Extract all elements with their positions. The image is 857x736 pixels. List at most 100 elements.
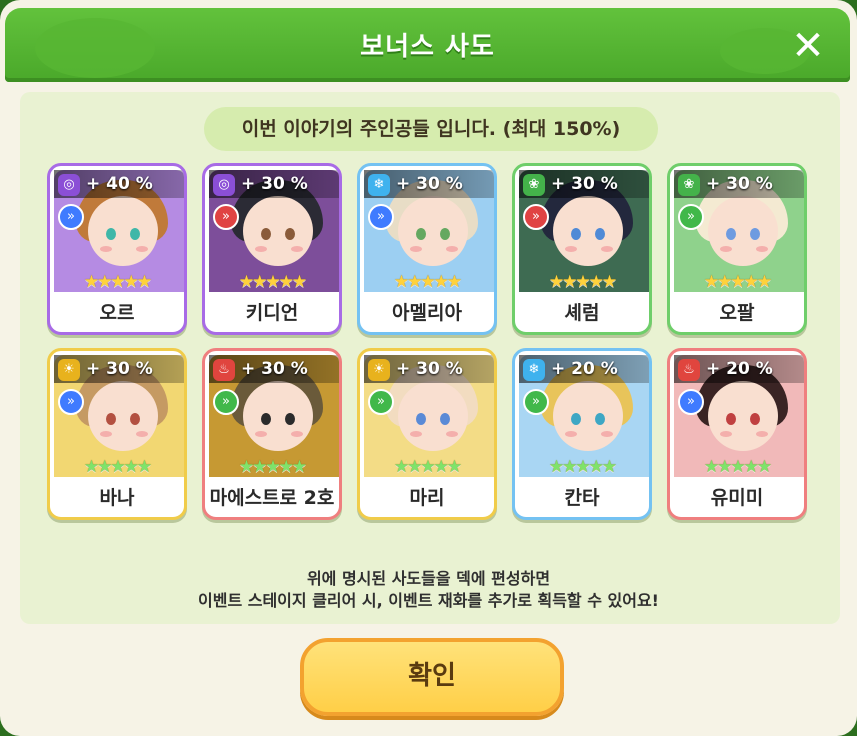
chevron-right-icon: »: [523, 389, 549, 415]
portrait-face: [398, 381, 468, 451]
character-card[interactable]: ❄ + 20 %» ★★★★★ 칸타: [512, 348, 652, 520]
portrait-blush: [136, 431, 148, 437]
star-icon: ★: [393, 272, 409, 292]
star-icon: ★: [575, 457, 590, 477]
star-icon: ★: [420, 272, 435, 292]
star-icon: ★: [446, 272, 462, 292]
rarity-stars: ★★★★★: [50, 457, 184, 477]
portrait-face: [553, 381, 623, 451]
star-icon: ★: [756, 457, 772, 477]
star-icon: ★: [717, 272, 732, 292]
chevron-right-icon: »: [368, 204, 394, 230]
portrait-eye: [440, 413, 450, 425]
portrait-blush: [601, 246, 613, 252]
star-icon: ★: [548, 272, 564, 292]
portrait-face: [88, 196, 158, 266]
star-icon: ★: [238, 272, 254, 292]
bonus-percent: + 30 %: [86, 359, 153, 379]
sun-element-icon: ☀: [58, 359, 80, 381]
star-icon: ★: [265, 457, 280, 477]
portrait-eye: [571, 228, 581, 240]
character-card[interactable]: ◎ + 30 %» ★★★★★ 키디언: [202, 163, 342, 335]
character-card[interactable]: ❀ + 30 %» ★★★★★ 오팔: [667, 163, 807, 335]
character-card[interactable]: ◎ + 40 %» ★★★★★ 오르: [47, 163, 187, 335]
portrait-face: [708, 196, 778, 266]
portrait-face: [88, 381, 158, 451]
rarity-stars: ★★★★★: [205, 457, 339, 477]
chevron-right-icon: »: [213, 204, 239, 230]
star-icon: ★: [238, 457, 254, 477]
rarity-stars: ★★★★★: [360, 272, 494, 292]
portrait-eye: [595, 413, 605, 425]
portrait-blush: [446, 246, 458, 252]
portrait-blush: [601, 431, 613, 437]
portrait-blush: [100, 431, 112, 437]
character-card[interactable]: ♨ + 30 %» ★★★★★ 마에스트로 2호: [202, 348, 342, 520]
character-card[interactable]: ❀ + 30 %» ★★★★★ 셰럼: [512, 163, 652, 335]
star-icon: ★: [588, 272, 604, 292]
bonus-percent: + 30 %: [706, 174, 773, 194]
star-icon: ★: [97, 272, 112, 292]
portrait-blush: [565, 246, 577, 252]
description-line-2: 이벤트 스테이지 클리어 시, 이벤트 재화를 추가로 획득할 수 있어요!: [198, 591, 659, 610]
star-icon: ★: [743, 272, 759, 292]
description-line-1: 위에 명시된 사도들을 덱에 편성하면: [306, 569, 551, 588]
flame-element-icon: ♨: [213, 359, 235, 381]
portrait-blush: [446, 431, 458, 437]
star-icon: ★: [717, 457, 732, 477]
star-icon: ★: [291, 457, 307, 477]
portrait-blush: [255, 246, 267, 252]
character-name: 유미미: [710, 487, 764, 509]
rarity-stars: ★★★★★: [515, 272, 649, 292]
character-name: 셰럼: [564, 302, 600, 324]
dialog-title: 보너스 사도: [360, 32, 495, 62]
star-icon: ★: [575, 272, 590, 292]
portrait-eye: [130, 228, 140, 240]
close-icon[interactable]: ✕: [788, 26, 828, 66]
star-icon: ★: [433, 457, 449, 477]
star-icon: ★: [136, 457, 152, 477]
snowflake-element-icon: ❄: [523, 359, 545, 381]
snowflake-element-icon: ❄: [368, 174, 390, 196]
star-icon: ★: [601, 457, 617, 477]
star-icon: ★: [265, 272, 280, 292]
portrait-blush: [255, 431, 267, 437]
portrait-blush: [565, 431, 577, 437]
bonus-percent: + 30 %: [241, 359, 308, 379]
character-name: 오르: [99, 302, 135, 324]
portrait-blush: [100, 246, 112, 252]
spiral-element-icon: ◎: [213, 174, 235, 196]
rarity-stars: ★★★★★: [360, 457, 494, 477]
star-icon: ★: [278, 457, 294, 477]
star-icon: ★: [420, 457, 435, 477]
chevron-right-icon: »: [213, 389, 239, 415]
character-card[interactable]: ❄ + 30 %» ★★★★★ 아멜리아: [357, 163, 497, 335]
portrait-eye: [261, 413, 271, 425]
portrait-eye: [416, 413, 426, 425]
confirm-button[interactable]: 확인: [300, 638, 564, 716]
bonus-percent: + 40 %: [86, 174, 153, 194]
chevron-right-icon: »: [368, 389, 394, 415]
portrait-blush: [720, 246, 732, 252]
star-icon: ★: [291, 272, 307, 292]
star-icon: ★: [83, 457, 99, 477]
bonus-character-dialog: 보너스 사도 ✕ 이번 이야기의 주인공들 입니다. (최대 150%) ◎ + …: [0, 0, 857, 736]
info-banner: 이번 이야기의 주인공들 입니다. (최대 150%): [204, 107, 658, 151]
portrait-eye: [106, 413, 116, 425]
bonus-percent: + 30 %: [396, 174, 463, 194]
star-icon: ★: [278, 272, 294, 292]
character-card[interactable]: ☀ + 30 %» ★★★★★ 바나: [47, 348, 187, 520]
character-card[interactable]: ☀ + 30 %» ★★★★★ 마리: [357, 348, 497, 520]
portrait-face: [243, 196, 313, 266]
rarity-stars: ★★★★★: [50, 272, 184, 292]
star-icon: ★: [562, 457, 577, 477]
character-card[interactable]: ♨ + 20 %» ★★★★★ 유미미: [667, 348, 807, 520]
portrait-eye: [726, 413, 736, 425]
star-icon: ★: [123, 457, 139, 477]
chevron-right-icon: »: [678, 204, 704, 230]
portrait-blush: [410, 431, 422, 437]
portrait-eye: [261, 228, 271, 240]
portrait-blush: [756, 246, 768, 252]
description: 위에 명시된 사도들을 덱에 편성하면 이벤트 스테이지 클리어 시, 이벤트 …: [0, 568, 857, 612]
star-icon: ★: [252, 272, 267, 292]
